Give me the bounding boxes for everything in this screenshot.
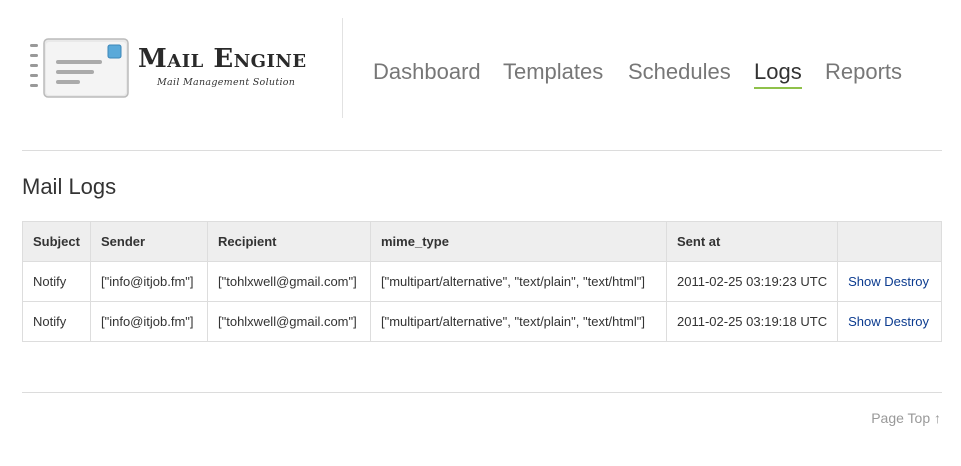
mail-logs-table: Subject Sender Recipient mime_type Sent …	[22, 221, 942, 342]
page-top-link[interactable]: Page Top ↑	[871, 410, 941, 426]
nav-dashboard[interactable]: Dashboard	[373, 58, 481, 86]
cell-recipient: ["tohlxwell@gmail.com"]	[207, 301, 371, 342]
column-header-sent-at: Sent at	[665, 221, 839, 262]
cell-subject: Notify	[22, 261, 91, 302]
column-header-actions	[837, 221, 942, 262]
mail-envelope-icon	[30, 38, 129, 98]
cell-sender: ["info@itjob.fm"]	[90, 301, 208, 342]
nav-schedules[interactable]: Schedules	[628, 58, 731, 86]
show-link[interactable]: Show	[848, 274, 881, 289]
nav-reports[interactable]: Reports	[825, 58, 902, 86]
column-header-sender: Sender	[90, 221, 208, 262]
cell-sent-at: 2011-02-25 03:19:23 UTC	[665, 261, 839, 302]
table-header-row: Subject Sender Recipient mime_type Sent …	[22, 221, 942, 262]
table-row: Notify ["info@itjob.fm"] ["tohlxwell@gma…	[22, 261, 942, 302]
cell-mime-type: ["multipart/alternative", "text/plain", …	[370, 301, 667, 342]
column-header-subject: Subject	[22, 221, 91, 262]
logo-subtitle: Mail Management Solution	[157, 77, 296, 88]
cell-recipient: ["tohlxwell@gmail.com"]	[207, 261, 371, 302]
column-header-mime-type: mime_type	[370, 221, 667, 262]
destroy-link[interactable]: Destroy	[884, 314, 929, 329]
column-header-recipient: Recipient	[207, 221, 371, 262]
page-title: Mail Logs	[22, 174, 117, 199]
header-divider	[342, 18, 343, 118]
header-separator	[22, 150, 942, 151]
header: Mail Engine Mail Management Solution Das…	[0, 0, 961, 150]
cell-subject: Notify	[22, 301, 91, 342]
destroy-link[interactable]: Destroy	[884, 274, 929, 289]
nav-templates[interactable]: Templates	[503, 58, 603, 86]
nav-logs[interactable]: Logs	[754, 58, 802, 89]
footer-separator	[22, 392, 942, 393]
logo-title: Mail Engine	[138, 44, 307, 74]
cell-actions: Show Destroy	[837, 261, 942, 302]
show-link[interactable]: Show	[848, 314, 881, 329]
cell-sent-at: 2011-02-25 03:19:18 UTC	[665, 301, 839, 342]
cell-actions: Show Destroy	[837, 301, 942, 342]
cell-sender: ["info@itjob.fm"]	[90, 261, 208, 302]
cell-mime-type: ["multipart/alternative", "text/plain", …	[370, 261, 667, 302]
table-row: Notify ["info@itjob.fm"] ["tohlxwell@gma…	[22, 301, 942, 342]
